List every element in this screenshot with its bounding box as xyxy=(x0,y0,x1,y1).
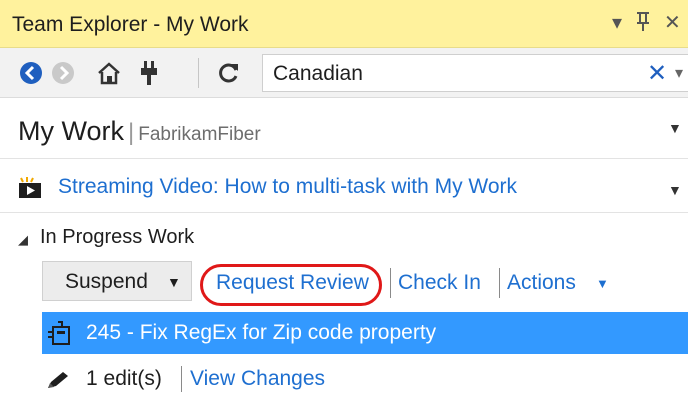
close-icon[interactable]: ✕ xyxy=(664,10,681,35)
back-icon[interactable] xyxy=(18,60,44,86)
section-expander-icon[interactable]: ◢ xyxy=(18,232,28,248)
refresh-icon[interactable] xyxy=(216,60,242,86)
pin-icon[interactable] xyxy=(636,10,650,38)
work-item-row[interactable]: 245 - Fix RegEx for Zip code property xyxy=(42,312,688,354)
window-menu-button[interactable]: ▾ xyxy=(612,10,622,35)
pencil-icon xyxy=(48,372,68,388)
home-icon[interactable] xyxy=(96,60,122,86)
title-separator: | xyxy=(128,119,135,146)
video-icon xyxy=(19,177,41,198)
page-title: My Work xyxy=(18,116,124,146)
forward-icon[interactable] xyxy=(50,60,76,86)
check-in-link[interactable]: Check In xyxy=(398,271,481,295)
pin-icon-svg xyxy=(637,12,649,31)
streaming-video-link[interactable]: Streaming Video: How to multi-task with … xyxy=(58,175,517,199)
view-changes-link[interactable]: View Changes xyxy=(190,367,325,391)
suspend-button[interactable]: Suspend ▼ xyxy=(42,261,192,301)
project-name: FabrikamFiber xyxy=(138,124,261,145)
window-title: Team Explorer - My Work xyxy=(12,13,249,36)
search-input[interactable]: Canadian xyxy=(273,62,363,86)
edit-separator xyxy=(181,366,182,392)
clear-search-icon[interactable]: ✕ xyxy=(647,59,667,88)
work-item-label: 245 - Fix RegEx for Zip code property xyxy=(86,321,437,344)
video-caret-icon[interactable]: ▼ xyxy=(668,182,682,198)
toolbar-separator xyxy=(198,58,199,88)
section-title[interactable]: In Progress Work xyxy=(40,226,194,249)
toolbar: Canadian ✕ ▾ xyxy=(0,48,688,98)
search-dropdown-icon[interactable]: ▾ xyxy=(675,63,683,83)
request-review-link[interactable]: Request Review xyxy=(216,271,369,295)
divider xyxy=(0,212,688,213)
title-bar: Team Explorer - My Work ▾ ✕ xyxy=(0,0,688,48)
suspend-caret-icon[interactable]: ▼ xyxy=(167,274,181,290)
divider xyxy=(0,158,688,159)
actions-caret-icon[interactable]: ▼ xyxy=(596,276,609,291)
connect-icon[interactable] xyxy=(136,60,162,86)
page-header: My Work | FabrikamFiber xyxy=(18,116,261,147)
edit-count: 1 edit(s) xyxy=(86,367,162,390)
work-item-icon xyxy=(48,321,70,345)
page-menu-caret-icon[interactable]: ▼ xyxy=(668,120,682,136)
action-separator xyxy=(499,268,500,298)
suspend-label: Suspend xyxy=(65,270,148,293)
action-separator xyxy=(390,268,391,298)
actions-link[interactable]: Actions xyxy=(507,271,576,295)
search-box[interactable]: Canadian ✕ ▾ xyxy=(262,54,688,92)
